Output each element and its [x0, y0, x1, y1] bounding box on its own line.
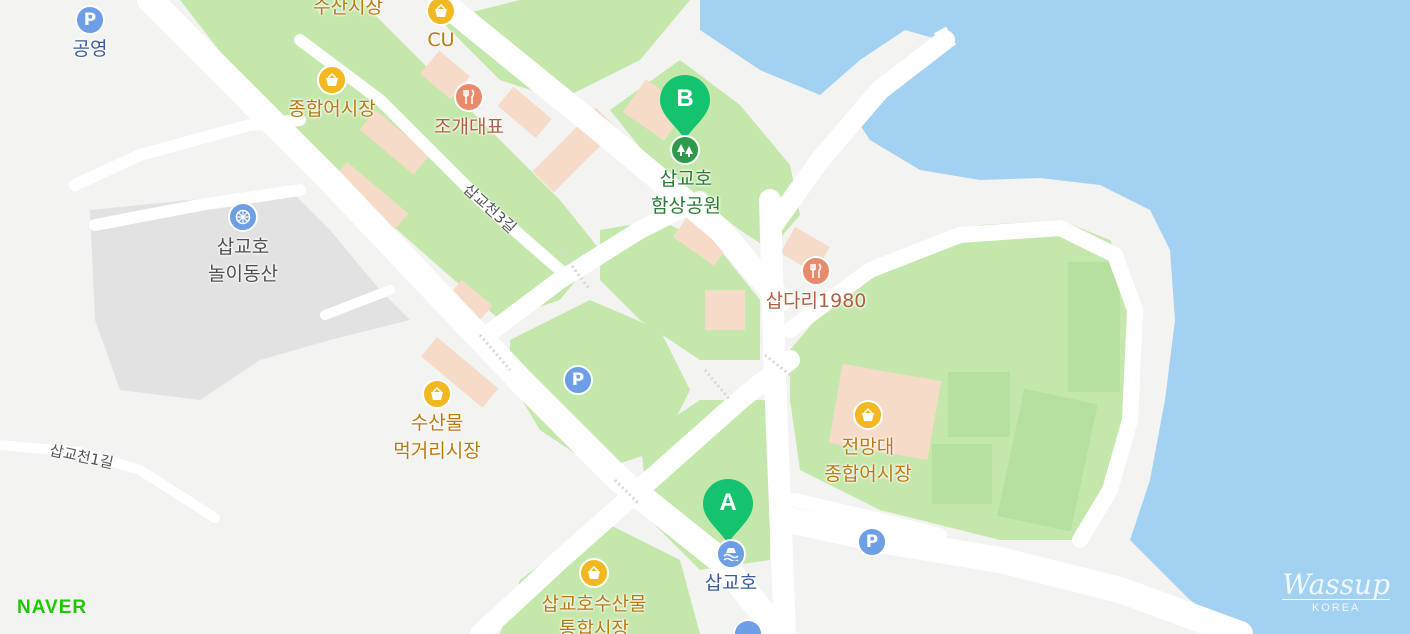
label-text: 조개대표	[434, 116, 504, 138]
fork-knife-icon[interactable]	[454, 82, 484, 112]
label-jeonmangdae-line1[interactable]: 전망대	[842, 436, 894, 458]
label-text: 먹거리시장	[393, 440, 481, 462]
parking-letter: P	[83, 10, 97, 30]
parking-icon[interactable]: P	[857, 527, 887, 557]
label-jonghap-eosijang-1[interactable]: 종합어시장	[288, 98, 375, 120]
road-vertical	[759, 189, 796, 634]
waterfront-icon[interactable]	[716, 539, 746, 569]
label-text: 삽교호	[216, 236, 270, 258]
park-trees-icon[interactable]	[670, 135, 700, 165]
label-bottom-market-line2[interactable]: 통합시장	[559, 618, 629, 634]
label-susan-sijang-top[interactable]: 수산시장	[313, 0, 383, 18]
market-basket-icon[interactable]	[853, 400, 883, 430]
label-cu[interactable]: CU	[427, 29, 454, 51]
label-text: 삽다리1980	[765, 290, 867, 312]
watermark: Wassup KOREA	[1282, 571, 1390, 614]
label-jogae-daepyo[interactable]: 조개대표	[434, 116, 504, 138]
parking-letter: P	[571, 370, 585, 390]
label-mukgeori-line1[interactable]: 수산물	[411, 412, 463, 434]
label-text: 수산시장	[313, 0, 383, 18]
label-gongyeong[interactable]: 공영	[73, 38, 108, 60]
label-mukgeori-line2[interactable]: 먹거리시장	[393, 440, 480, 462]
label-text: 수산물	[410, 412, 464, 434]
label-text: 전망대	[841, 436, 895, 458]
label-text: CU	[427, 29, 455, 51]
label-nori-line2[interactable]: 놀이동산	[208, 263, 278, 285]
fork-knife-icon[interactable]	[801, 256, 831, 286]
label-sapgyoho[interactable]: 삽교호	[705, 572, 757, 594]
label-park-line2[interactable]: 함상공원	[651, 195, 721, 217]
label-text: 종합어시장	[824, 463, 912, 485]
label-text: 삽교호수산물	[541, 593, 647, 615]
ferris-wheel-icon[interactable]	[228, 202, 258, 232]
label-nori-line1[interactable]: 삽교호	[217, 236, 269, 258]
marker-letter: B	[676, 85, 694, 112]
label-jeonmangdae-line2[interactable]: 종합어시장	[824, 463, 911, 485]
label-text: 공영	[72, 38, 108, 60]
parking-icon[interactable]: P	[75, 5, 105, 35]
east-park-field-2	[932, 444, 992, 504]
market-basket-icon[interactable]	[422, 379, 452, 409]
market-basket-icon[interactable]	[317, 65, 347, 95]
logo-text: NAVER	[17, 597, 88, 618]
label-text: 삽교호	[659, 168, 713, 190]
label-text: 삽교호	[704, 572, 758, 594]
east-park-field-1	[948, 372, 1010, 437]
label-park-line1[interactable]: 삽교호	[660, 168, 712, 190]
label-sapdari[interactable]: 삽다리1980	[766, 290, 867, 312]
marker-letter: A	[719, 489, 737, 516]
east-park-field-4	[1068, 262, 1120, 392]
pier	[933, 26, 957, 52]
map-view[interactable]: 수산시장 CU P 공영 종합어시장 조개대표 B 삽교호 함상공원 삽교천3길…	[0, 0, 1410, 634]
watermark-sub: KOREA	[1282, 599, 1390, 614]
label-text: 통합시장	[559, 618, 629, 634]
watermark-script: Wassup	[1282, 568, 1390, 601]
label-text: 함상공원	[651, 195, 721, 217]
market-basket-icon[interactable]	[579, 558, 609, 588]
naver-logo[interactable]: NAVER	[17, 597, 87, 619]
label-bottom-market-line1[interactable]: 삽교호수산물	[542, 593, 647, 615]
label-text: 종합어시장	[288, 98, 376, 120]
label-text: 놀이동산	[208, 263, 278, 285]
parking-letter: P	[865, 532, 879, 552]
parking-icon[interactable]: P	[563, 365, 593, 395]
